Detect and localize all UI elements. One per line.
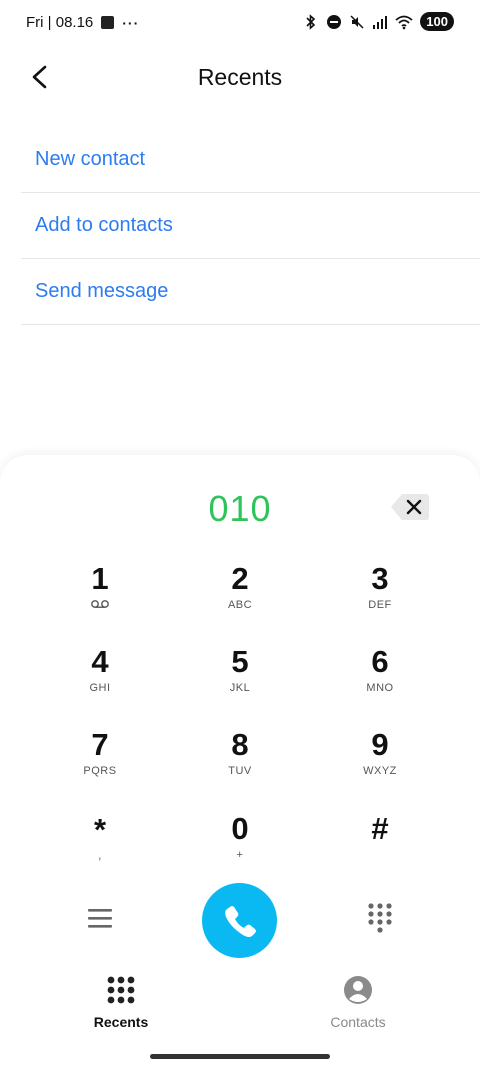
key-5[interactable]: 5 JKL <box>190 645 290 715</box>
key-letters: MNO <box>366 682 394 694</box>
action-label: New contact <box>35 148 146 170</box>
key-6[interactable]: 6 MNO <box>330 645 430 715</box>
add-to-contacts-action[interactable]: Add to contacts <box>21 193 480 259</box>
key-digit: 6 <box>371 644 389 679</box>
home-indicator[interactable] <box>150 1054 330 1059</box>
key-letters: GHI <box>89 682 111 694</box>
key-letters: DEF <box>368 599 392 611</box>
action-label: Send message <box>35 280 169 302</box>
key-7[interactable]: 7 PQRS <box>50 728 150 798</box>
key-digit: 9 <box>371 727 389 762</box>
notification-square-icon <box>101 16 115 29</box>
tab-label: Contacts <box>330 1014 386 1030</box>
key-0[interactable]: 0 + <box>190 812 290 882</box>
header: Recents <box>0 52 480 102</box>
key-letters: WXYZ <box>363 765 397 777</box>
key-letters: JKL <box>229 682 251 694</box>
key-3[interactable]: 3 DEF <box>330 562 430 632</box>
dialpad-grid-icon <box>107 976 135 1004</box>
key-letters: TUV <box>228 765 252 777</box>
key-letters: + <box>236 849 244 861</box>
more-notifications-icon: ··· <box>122 14 140 31</box>
key-1[interactable]: 1 <box>50 562 150 632</box>
key-digit: 0 <box>231 811 249 846</box>
status-left: Fri | 08.16 ··· <box>26 14 139 31</box>
key-2[interactable]: 2 ABC <box>190 562 290 632</box>
mute-icon <box>350 14 364 29</box>
key-digit: # <box>371 811 389 846</box>
tab-label: Recents <box>93 1014 149 1030</box>
menu-icon[interactable] <box>86 905 114 931</box>
action-list: New contact Add to contacts Send message <box>21 127 480 325</box>
key-digit: 3 <box>371 561 389 596</box>
key-8[interactable]: 8 TUV <box>190 728 290 798</box>
call-button[interactable] <box>202 883 277 958</box>
key-star[interactable]: * , <box>50 813 150 883</box>
contact-avatar-icon <box>344 976 372 1004</box>
key-digit: 5 <box>231 644 249 679</box>
bluetooth-icon <box>306 13 316 30</box>
key-hash[interactable]: # <box>330 812 430 882</box>
key-letters: ABC <box>227 599 253 611</box>
status-bar: Fri | 08.16 ··· 100 <box>0 0 480 46</box>
status-right: 100 <box>303 12 454 31</box>
signal-icon <box>373 15 388 29</box>
voicemail-icon <box>50 599 150 612</box>
backspace-icon[interactable] <box>390 492 430 522</box>
key-digit: 7 <box>91 727 109 762</box>
new-contact-action[interactable]: New contact <box>21 127 480 193</box>
key-digit: * <box>93 812 107 847</box>
status-time: Fri | 08.16 <box>26 14 94 31</box>
action-label: Add to contacts <box>35 214 173 236</box>
send-message-action[interactable]: Send message <box>21 259 480 325</box>
phone-icon <box>225 906 256 937</box>
battery-indicator: 100 <box>420 12 454 31</box>
dialpad-toggle-icon[interactable] <box>366 902 394 934</box>
tab-contacts[interactable]: Contacts <box>298 975 418 1030</box>
wifi-icon <box>395 15 413 29</box>
key-digit: 4 <box>91 644 109 679</box>
key-letters: PQRS <box>83 765 117 777</box>
do-not-disturb-icon <box>327 14 342 29</box>
key-digit: 8 <box>231 727 249 762</box>
tab-recents[interactable]: Recents <box>61 975 181 1030</box>
key-9[interactable]: 9 WXYZ <box>330 728 430 798</box>
page-title: Recents <box>197 64 283 90</box>
key-digit: 2 <box>231 561 249 596</box>
key-digit: 1 <box>91 561 109 596</box>
key-4[interactable]: 4 GHI <box>50 645 150 715</box>
key-letters: , <box>98 850 102 862</box>
